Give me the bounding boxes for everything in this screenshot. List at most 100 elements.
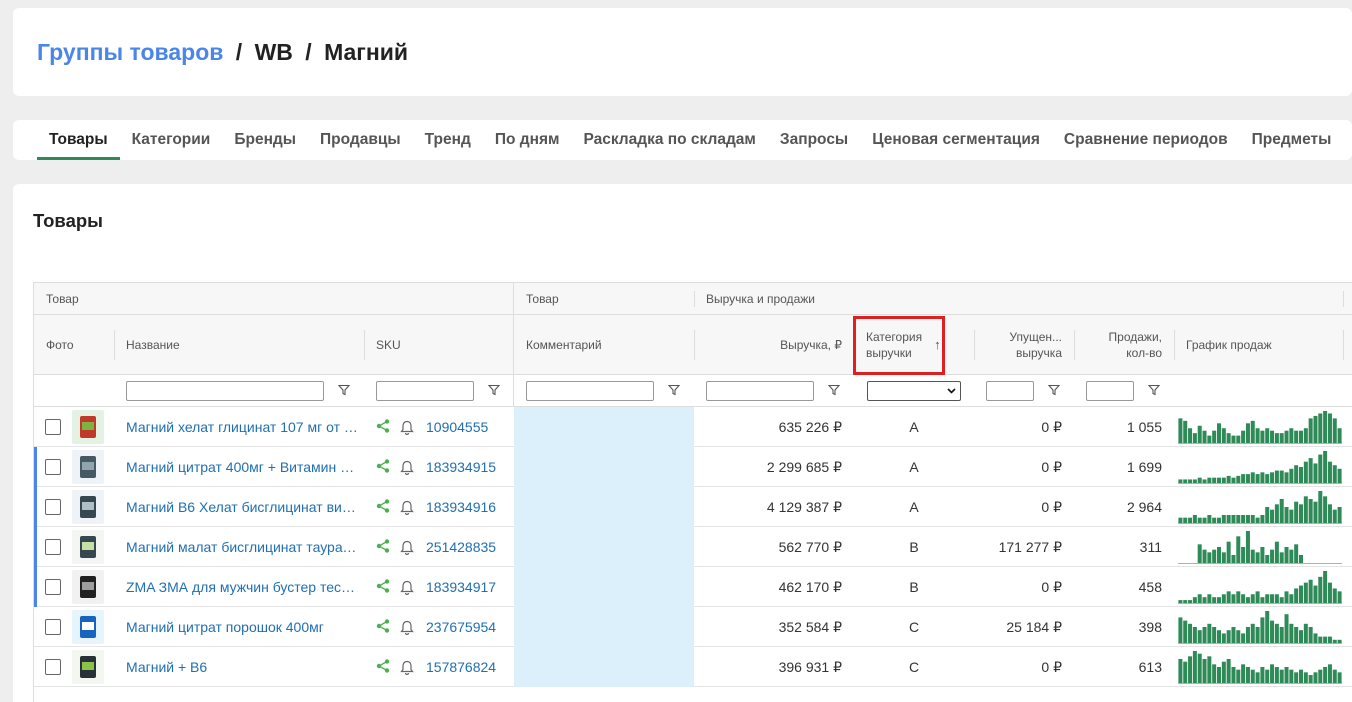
tab-10[interactable]: Предметы	[1240, 120, 1344, 160]
product-thumbnail[interactable]	[72, 530, 104, 564]
tab-4[interactable]: Тренд	[413, 120, 483, 160]
table-row[interactable]: Магний цитрат порошок 400мг 237675954 352 …	[34, 607, 1352, 647]
sparkline-bar	[1226, 541, 1231, 563]
product-thumbnail[interactable]	[72, 610, 104, 644]
share-icon[interactable]	[376, 459, 390, 473]
comment-cell[interactable]	[514, 447, 694, 487]
sku-link[interactable]: 10904555	[426, 407, 488, 447]
tab-1[interactable]: Категории	[120, 120, 223, 160]
table-row[interactable]: Магний цитрат 400мг + Витамин В6 для сна…	[34, 447, 1352, 487]
tab-0[interactable]: Товары	[37, 120, 120, 160]
comment-filter-input[interactable]	[526, 381, 654, 401]
bell-icon[interactable]	[400, 500, 414, 515]
product-thumbnail[interactable]	[72, 490, 104, 524]
sparkline-bar	[1178, 600, 1183, 603]
name-filter-input[interactable]	[126, 381, 324, 401]
tab-3[interactable]: Продавцы	[308, 120, 413, 160]
product-name-link[interactable]: Магний В6 Хелат бисглицинат витамины для…	[126, 487, 358, 527]
filter-funnel-icon[interactable]	[1148, 384, 1160, 396]
comment-cell[interactable]	[514, 567, 694, 607]
table-row[interactable]: Магний малат бисглицинат таурат витамины…	[34, 527, 1352, 567]
filter-funnel-icon[interactable]	[1048, 384, 1060, 396]
row-checkbox[interactable]	[45, 579, 61, 595]
product-thumbnail[interactable]	[72, 450, 104, 484]
sku-link[interactable]: 183934915	[426, 447, 496, 487]
row-checkbox[interactable]	[45, 419, 61, 435]
tab-8[interactable]: Ценовая сегментация	[860, 120, 1052, 160]
revenue-filter-input[interactable]	[706, 381, 814, 401]
product-thumbnail[interactable]	[72, 570, 104, 604]
product-name-link[interactable]: Магний малат бисглицинат таурат витамины	[126, 527, 358, 567]
share-icon[interactable]	[376, 579, 390, 593]
revenue-cell: 4 129 387 ₽	[766, 499, 842, 515]
sku-link[interactable]: 251428835	[426, 527, 496, 567]
row-checkbox[interactable]	[45, 459, 61, 475]
tab-7[interactable]: Запросы	[768, 120, 860, 160]
row-checkbox[interactable]	[45, 499, 61, 515]
bell-icon[interactable]	[400, 580, 414, 595]
column-header-revenue[interactable]: Выручка, ₽	[694, 315, 854, 375]
filter-funnel-icon[interactable]	[828, 384, 840, 396]
filter-funnel-icon[interactable]	[488, 384, 500, 396]
sparkline-bar	[1202, 627, 1207, 643]
sales-filter-input[interactable]	[1086, 381, 1134, 401]
column-header-name[interactable]: Название	[114, 315, 364, 375]
sort-asc-icon[interactable]: ↑	[934, 337, 941, 353]
sparkline-bar	[1188, 600, 1193, 603]
share-icon[interactable]	[376, 499, 390, 513]
bell-icon[interactable]	[400, 660, 414, 675]
sku-filter-input[interactable]	[376, 381, 474, 401]
product-thumbnail[interactable]	[72, 650, 104, 684]
column-header-sku[interactable]: SKU	[364, 315, 514, 375]
product-name-link[interactable]: Магний хелат глицинат 107 мг от судорог …	[126, 407, 358, 447]
tab-5[interactable]: По дням	[483, 120, 572, 160]
row-checkbox[interactable]	[45, 539, 61, 555]
table-row[interactable]: ZMA ЗМА для мужчин бустер тестостерона 18…	[34, 567, 1352, 607]
sku-link[interactable]: 157876824	[426, 647, 496, 687]
column-resize-handle[interactable]	[1343, 330, 1344, 360]
column-header-revenue-category[interactable]: Категория выручки ↑	[854, 315, 974, 375]
tab-6[interactable]: Раскладка по складам	[571, 120, 767, 160]
column-header-comment[interactable]: Комментарий	[514, 315, 694, 375]
comment-cell[interactable]	[514, 607, 694, 647]
tab-9[interactable]: Сравнение периодов	[1052, 120, 1240, 160]
comment-cell[interactable]	[514, 647, 694, 687]
filter-funnel-icon[interactable]	[338, 384, 350, 396]
product-name-link[interactable]: Магний + В6	[126, 647, 358, 687]
table-row[interactable]: Магний хелат глицинат 107 мг от судорог …	[34, 407, 1352, 447]
table-row[interactable]: Магний В6 Хелат бисглицинат витамины для…	[34, 487, 1352, 527]
revenue-category-filter-select[interactable]	[867, 381, 961, 401]
comment-cell[interactable]	[514, 527, 694, 567]
bell-icon[interactable]	[400, 620, 414, 635]
row-checkbox[interactable]	[45, 659, 61, 675]
table-row[interactable]: Магний + В6 157876824 396 931 ₽ C 0 ₽ 613	[34, 647, 1352, 687]
sparkline-bar	[1188, 623, 1193, 643]
column-header-lost-revenue[interactable]: Упущен... выручка	[974, 315, 1074, 375]
filter-funnel-icon[interactable]	[668, 384, 680, 396]
share-icon[interactable]	[376, 619, 390, 633]
share-icon[interactable]	[376, 419, 390, 433]
breadcrumb-link-product-groups[interactable]: Группы товаров	[37, 39, 223, 65]
sku-link[interactable]: 183934917	[426, 567, 496, 607]
column-header-sales-qty[interactable]: Продажи, кол-во	[1074, 315, 1174, 375]
comment-cell[interactable]	[514, 487, 694, 527]
tab-2[interactable]: Бренды	[222, 120, 308, 160]
bell-icon[interactable]	[400, 420, 414, 435]
label-line: Продажи,	[1108, 330, 1162, 344]
row-checkbox[interactable]	[45, 619, 61, 635]
share-icon[interactable]	[376, 539, 390, 553]
bell-icon[interactable]	[400, 460, 414, 475]
comment-cell[interactable]	[514, 407, 694, 447]
sku-link[interactable]: 237675954	[426, 607, 496, 647]
sku-link[interactable]: 183934916	[426, 487, 496, 527]
column-header-photo[interactable]: Фото	[34, 315, 114, 375]
lost-revenue-filter-input[interactable]	[986, 381, 1034, 401]
product-thumbnail[interactable]	[72, 410, 104, 444]
product-name-link[interactable]: ZMA ЗМА для мужчин бустер тестостерона	[126, 567, 358, 607]
share-icon[interactable]	[376, 659, 390, 673]
sparkline-bar	[1318, 576, 1323, 603]
product-name-link[interactable]: Магний цитрат 400мг + Витамин В6 для сна	[126, 447, 358, 487]
product-name-link[interactable]: Магний цитрат порошок 400мг	[126, 607, 358, 647]
bell-icon[interactable]	[400, 540, 414, 555]
column-header-sales-chart[interactable]: График продаж	[1174, 315, 1344, 375]
